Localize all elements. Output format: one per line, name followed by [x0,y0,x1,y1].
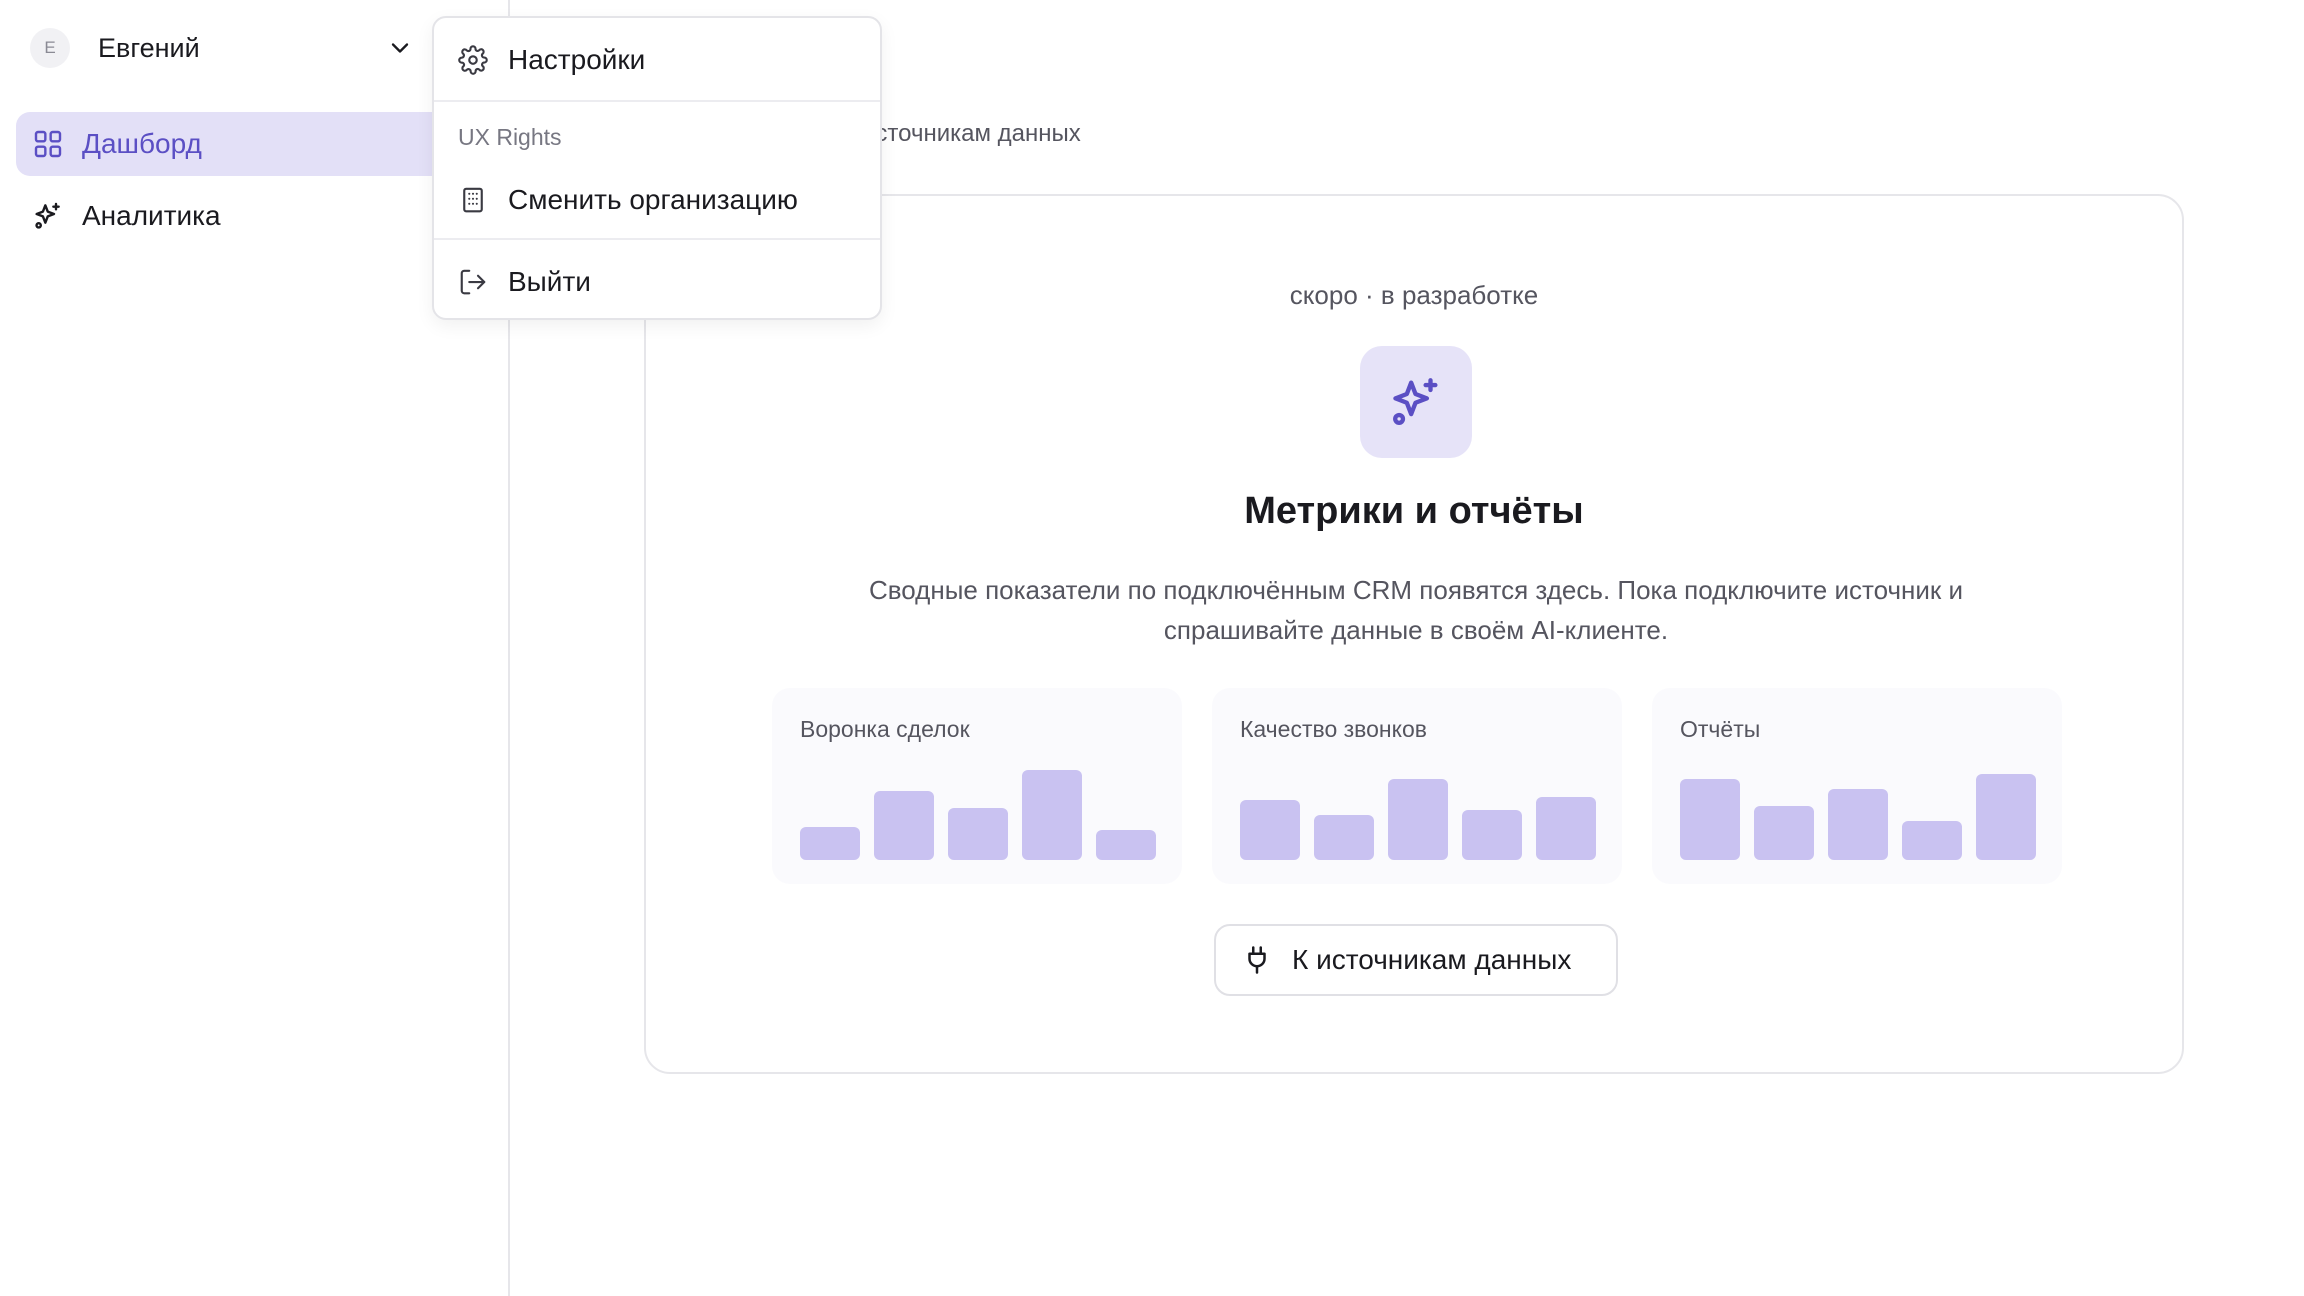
sparkles-icon [1393,378,1438,425]
sidebar-item-analytics[interactable]: Аналитика [16,184,456,248]
sidebar-item-label: Аналитика [82,200,221,231]
preview-bar [1388,779,1448,860]
preview-bar [1314,815,1374,860]
preview-bar [1828,789,1888,860]
hero-icon-box [1360,346,1472,458]
preview-bar [1680,779,1740,860]
gear-icon [458,45,488,75]
tile-title: Качество звонков [1240,716,1427,742]
preview-bar [1976,774,2036,860]
tile-bars [1680,770,2036,860]
description: Сводные показатели по подключённым CRM п… [868,575,1964,645]
building-icon [463,187,483,213]
sidebar-item-dashboard[interactable]: Дашборд [16,112,456,176]
tile-title: Отчёты [1680,716,1761,742]
menu-item-label: Настройки [508,44,646,75]
preview-bar [1536,797,1596,860]
preview-bar [800,827,860,860]
data-sources-button[interactable]: К источникам данных [1214,924,1618,996]
sidebar-item-label: Дашборд [82,128,202,159]
user-menu: Настройки UX Rights Сменить организацию … [432,16,882,320]
preview-bar [1902,821,1962,860]
preview-bar [874,791,934,860]
chevron-down-icon [391,43,409,53]
divider [434,100,880,102]
grid-icon [34,130,62,158]
preview-bar [1022,770,1082,860]
tile-deal-funnel: Воронка сделок [772,688,1182,884]
menu-group-label: UX Rights [458,124,562,150]
menu-item-switch-org[interactable]: Сменить организацию [434,168,880,232]
preview-tiles: Воронка сделок Качество звонков Отчёты [772,688,2062,884]
user-name: Евгений [98,32,200,63]
preview-bar [1462,810,1522,860]
menu-item-label: Выйти [508,266,591,297]
menu-item-logout[interactable]: Выйти [434,250,880,314]
tile-title: Воронка сделок [800,716,970,742]
preview-bar [1096,830,1156,860]
avatar: E [30,28,70,68]
preview-bar [1240,800,1300,860]
preview-bar [1754,806,1814,860]
page-title: Метрики и отчёты [1244,490,1584,532]
menu-item-settings[interactable]: Настройки [434,28,880,92]
data-sources-button-label: К источникам данных [1292,944,1572,975]
tile-call-quality: Качество звонков [1212,688,1622,884]
plug-icon [1248,946,1266,974]
divider [434,238,880,240]
preview-bar [948,808,1008,860]
menu-item-label: Сменить организацию [508,184,798,215]
metrics-card: скоро · в разработке Метрики и отчёты Св… [644,194,2184,1074]
breadcrumb[interactable]: источникам данных [862,120,1081,148]
logout-icon [460,269,486,295]
tile-bars [1240,770,1596,860]
sparkles-icon [35,202,60,229]
tile-bars [800,770,1156,860]
tile-reports: Отчёты [1652,688,2062,884]
user-switcher[interactable]: E Евгений [26,20,414,76]
